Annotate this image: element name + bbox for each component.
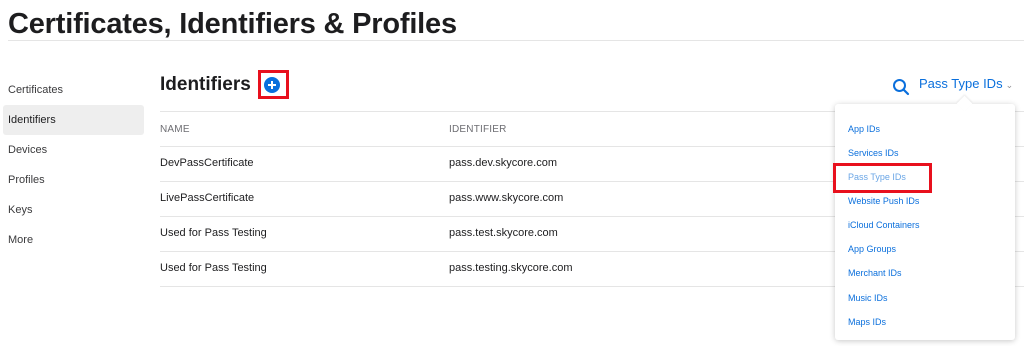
row-identifier: pass.www.skycore.com bbox=[449, 192, 564, 204]
identifier-type-dropdown: App IDs Services IDs Pass Type IDs Websi… bbox=[835, 104, 1015, 340]
row-name: DevPassCertificate bbox=[160, 157, 254, 169]
dropdown-option-icloud-containers[interactable]: iCloud Containers bbox=[848, 220, 920, 230]
title-divider bbox=[8, 40, 1024, 41]
row-name: Used for Pass Testing bbox=[160, 262, 267, 274]
dropdown-option-services-ids[interactable]: Services IDs bbox=[848, 148, 899, 158]
sidebar-item-devices[interactable]: Devices bbox=[3, 135, 144, 165]
column-header-name: NAME bbox=[160, 124, 190, 135]
sidebar-item-more[interactable]: More bbox=[3, 225, 144, 255]
row-identifier: pass.testing.skycore.com bbox=[449, 262, 573, 274]
column-header-identifier: IDENTIFIER bbox=[449, 124, 507, 135]
dropdown-option-app-groups[interactable]: App Groups bbox=[848, 244, 896, 254]
sidebar-item-keys[interactable]: Keys bbox=[3, 195, 144, 225]
chevron-down-icon: ⌄ bbox=[1005, 80, 1014, 90]
sidebar-item-certificates[interactable]: Certificates bbox=[3, 75, 144, 105]
search-icon[interactable] bbox=[892, 78, 910, 96]
dropdown-option-music-ids[interactable]: Music IDs bbox=[848, 293, 888, 303]
plus-circle-icon[interactable] bbox=[264, 77, 280, 93]
dropdown-option-merchant-ids[interactable]: Merchant IDs bbox=[848, 268, 902, 278]
sidebar: Certificates Identifiers Devices Profile… bbox=[3, 75, 144, 255]
row-name: Used for Pass Testing bbox=[160, 227, 267, 239]
page-title: Certificates, Identifiers & Profiles bbox=[8, 8, 457, 40]
dropdown-option-app-ids[interactable]: App IDs bbox=[848, 124, 880, 134]
row-identifier: pass.test.skycore.com bbox=[449, 227, 558, 239]
section-title: Identifiers bbox=[160, 74, 251, 95]
filter-selected-label: Pass Type IDs bbox=[919, 76, 1003, 91]
selected-option-highlight bbox=[833, 163, 932, 193]
dropdown-option-website-push-ids[interactable]: Website Push IDs bbox=[848, 196, 919, 206]
row-identifier: pass.dev.skycore.com bbox=[449, 157, 558, 169]
row-name: LivePassCertificate bbox=[160, 192, 255, 204]
sidebar-item-identifiers[interactable]: Identifiers bbox=[3, 105, 144, 135]
identifier-type-filter[interactable]: Pass Type IDs ⌄ bbox=[919, 76, 1013, 91]
dropdown-option-maps-ids[interactable]: Maps IDs bbox=[848, 317, 886, 327]
sidebar-item-profiles[interactable]: Profiles bbox=[3, 165, 144, 195]
